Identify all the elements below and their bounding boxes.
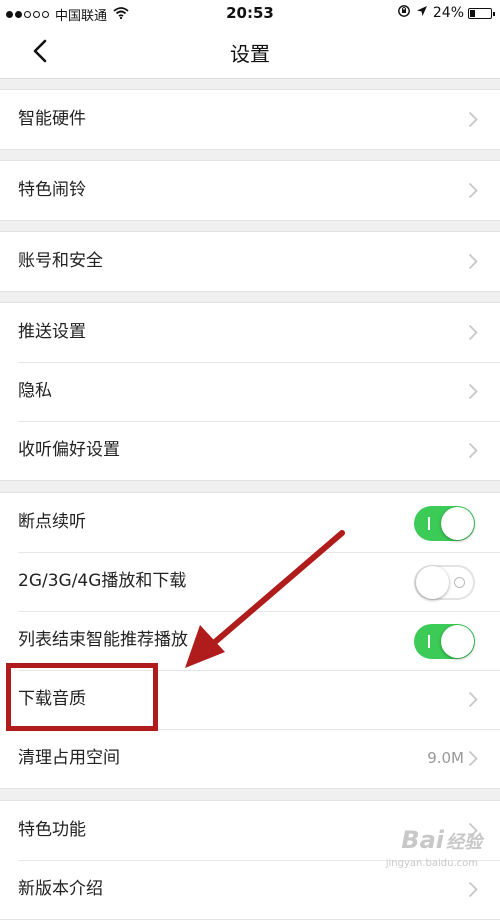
annotation-arrow — [185, 530, 345, 668]
annotation-highlight-box — [6, 663, 158, 731]
watermark-sub: 经验 — [446, 832, 482, 853]
watermark-logo: Bai — [401, 826, 444, 854]
watermark: Bai 经验 — [401, 826, 482, 854]
watermark-url: jingyan.baidu.com — [385, 858, 478, 869]
